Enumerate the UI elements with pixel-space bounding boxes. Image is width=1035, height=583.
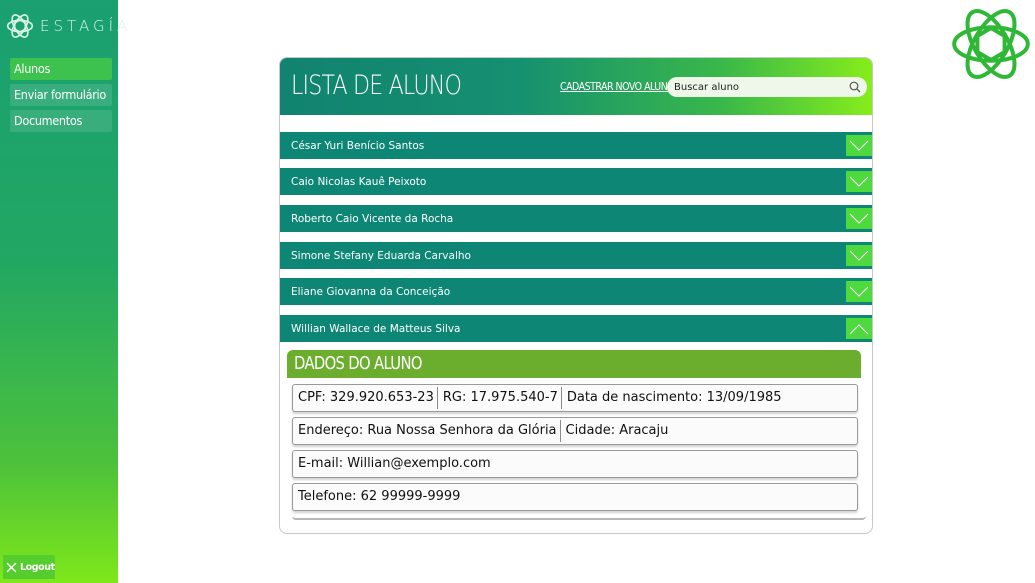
chevron-down-icon xyxy=(849,213,869,224)
sidebar-item-documentos[interactable]: Documentos xyxy=(10,110,112,132)
student-details: DADOS DO ALUNO CPF: 329.920.653-23 RG: 1… xyxy=(287,350,866,525)
email-row: E-mail: Willian@exemplo.com xyxy=(292,450,858,478)
document-row: CPF: 329.920.653-23 RG: 17.975.540-7 Dat… xyxy=(292,384,858,412)
panel-header: LISTA DE ALUNO CADASTRAR NOVO ALUNO xyxy=(280,58,872,115)
birth-date-value: Data de nascimento: 13/09/1985 xyxy=(560,387,785,409)
app-window: ESTAGÍA Alunos Enviar formulário Documen… xyxy=(0,0,1035,583)
expand-button[interactable] xyxy=(846,135,872,156)
rg-value: RG: 17.975.540-7 xyxy=(436,387,561,409)
student-row[interactable]: Roberto Caio Vicente da Rocha xyxy=(280,205,872,232)
hexagon-logo-icon xyxy=(6,14,34,38)
logout-label: Logout xyxy=(20,561,55,573)
search-icon[interactable] xyxy=(849,81,861,93)
expand-button[interactable] xyxy=(846,171,872,192)
chevron-down-icon xyxy=(849,176,869,187)
expand-button[interactable] xyxy=(846,208,872,229)
collapse-button[interactable] xyxy=(846,318,872,339)
student-name: Roberto Caio Vicente da Rocha xyxy=(291,212,454,225)
cpf-value: CPF: 329.920.653-23 xyxy=(298,390,434,405)
phone-row: Telefone: 62 99999-9999 xyxy=(292,483,858,511)
address-value: Endereço: Rua Nossa Senhora da Glória xyxy=(298,423,557,438)
page-title: LISTA DE ALUNO xyxy=(291,70,462,101)
student-name: Eliane Giovanna da Conceição xyxy=(291,285,451,298)
student-row-expanded[interactable]: Willian Wallace de Matteus Silva xyxy=(280,315,872,342)
sidebar-item-enviar-formulario[interactable]: Enviar formulário xyxy=(10,84,112,106)
student-name: Caio Nicolas Kauê Peixoto xyxy=(291,175,427,188)
address-row: Endereço: Rua Nossa Senhora da Glória Ci… xyxy=(292,417,858,445)
logout-button[interactable]: Logout xyxy=(3,555,55,579)
student-name: Simone Stefany Eduarda Carvalho xyxy=(291,249,471,262)
sidebar: ESTAGÍA Alunos Enviar formulário Documen… xyxy=(0,0,127,583)
chevron-down-icon xyxy=(849,286,869,297)
sidebar-nav: Alunos Enviar formulário Documentos xyxy=(10,58,112,136)
brand: ESTAGÍA xyxy=(6,12,131,40)
register-new-student-link[interactable]: CADASTRAR NOVO ALUNO xyxy=(560,80,675,93)
close-icon xyxy=(6,562,17,572)
email-value: E-mail: Willian@exemplo.com xyxy=(298,456,491,471)
chevron-down-icon xyxy=(849,140,869,151)
expand-button[interactable] xyxy=(846,245,872,266)
student-name: Willian Wallace de Matteus Silva xyxy=(291,322,461,335)
chevron-up-icon xyxy=(849,323,869,334)
student-row[interactable]: Simone Stefany Eduarda Carvalho xyxy=(280,242,872,269)
brand-name: ESTAGÍA xyxy=(40,17,132,35)
expand-button[interactable] xyxy=(846,281,872,302)
search-input[interactable] xyxy=(667,81,842,93)
sidebar-item-alunos[interactable]: Alunos xyxy=(10,58,112,80)
city-value: Cidade: Aracaju xyxy=(559,420,672,442)
student-row[interactable]: César Yuri Benício Santos xyxy=(280,132,872,159)
student-name: César Yuri Benício Santos xyxy=(291,139,425,152)
details-title-text: DADOS DO ALUNO xyxy=(294,353,422,374)
student-list-panel: LISTA DE ALUNO CADASTRAR NOVO ALUNO Césa… xyxy=(279,57,873,534)
details-bottom-edge xyxy=(292,515,866,520)
search-box xyxy=(667,77,867,97)
phone-value: Telefone: 62 99999-9999 xyxy=(298,489,461,504)
student-row[interactable]: Eliane Giovanna da Conceição xyxy=(280,278,872,305)
details-body: CPF: 329.920.653-23 RG: 17.975.540-7 Dat… xyxy=(287,378,866,520)
details-title: DADOS DO ALUNO xyxy=(287,350,861,378)
chevron-down-icon xyxy=(849,250,869,261)
hexagon-logo-icon xyxy=(952,9,1030,79)
student-row[interactable]: Caio Nicolas Kauê Peixoto xyxy=(280,168,872,195)
